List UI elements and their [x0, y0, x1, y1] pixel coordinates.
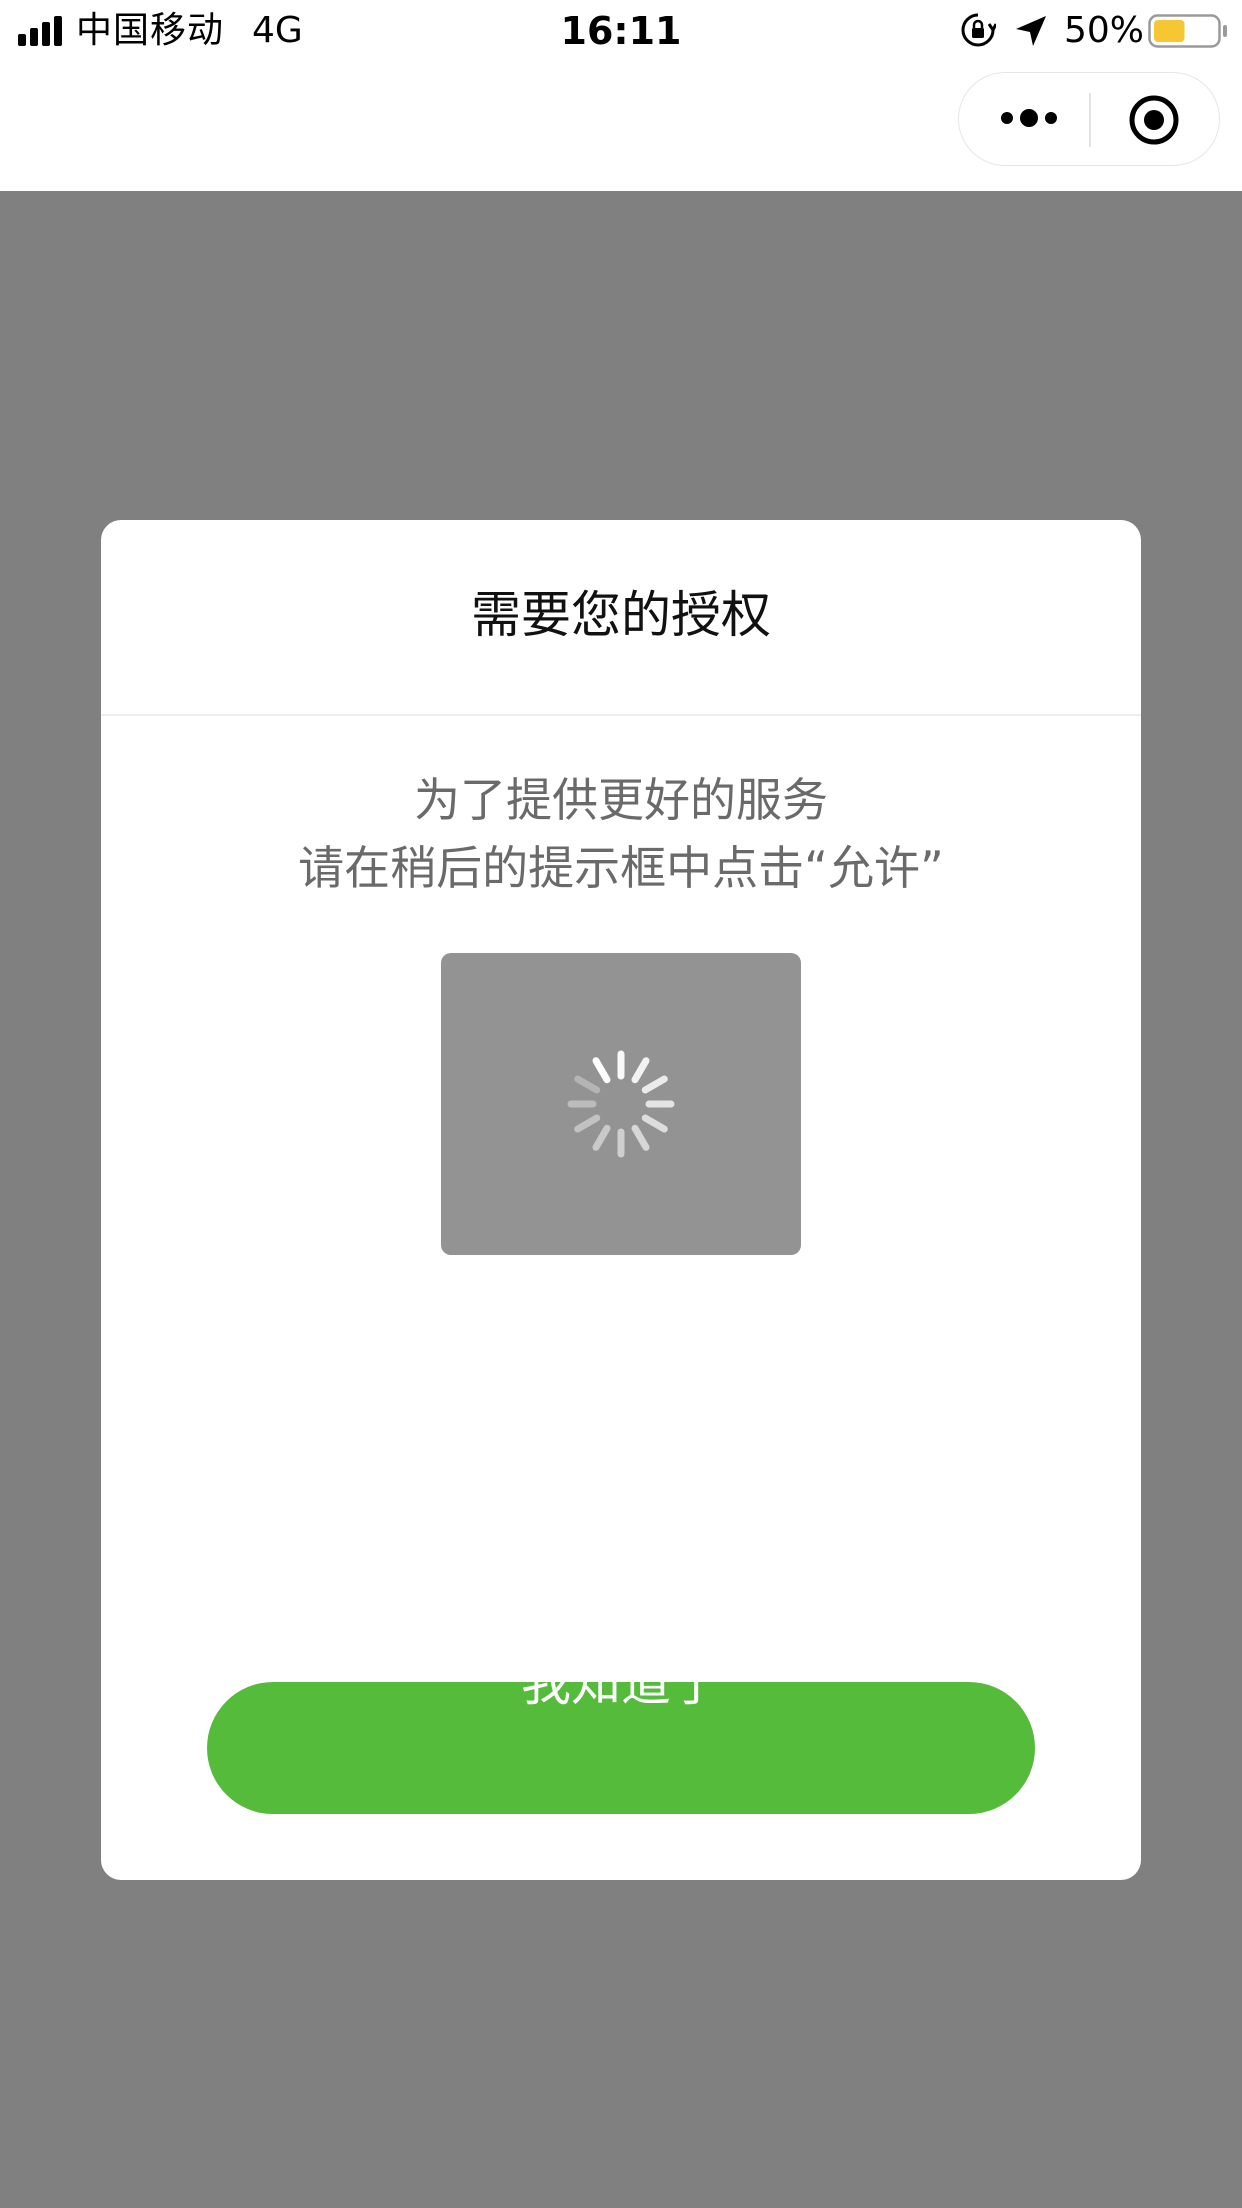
authorization-modal: 需要您的授权 为了提供更好的服务 请在稍后的提示框中点击“允许” 我知道了 [101, 520, 1141, 1880]
spinner-spoke [641, 1114, 668, 1133]
modal-description-line-1: 为了提供更好的服务 [414, 773, 828, 827]
battery-percent: 50% [1064, 10, 1145, 51]
spinner-spoke [574, 1114, 601, 1133]
spinner-spoke [574, 1075, 601, 1094]
spinner-icon [567, 1050, 675, 1158]
loading-toast [441, 953, 801, 1255]
top-bar: 中国移动 4G 16:11 50% [0, 0, 1242, 191]
location-arrow-icon [1016, 16, 1046, 46]
spinner-spoke [631, 1057, 650, 1084]
modal-divider [101, 714, 1141, 716]
status-time: 16:11 [560, 9, 682, 53]
status-bar: 中国移动 4G 16:11 50% [0, 0, 1242, 62]
spinner-spoke [592, 1124, 611, 1151]
more-dots-icon[interactable] [999, 103, 1059, 133]
capsule-menu [958, 72, 1220, 166]
spinner-spoke [631, 1124, 650, 1151]
close-target-icon[interactable] [1127, 93, 1181, 147]
capsule-divider [1089, 93, 1091, 147]
rotation-lock-icon [961, 13, 996, 47]
modal-description-line-2: 请在稍后的提示框中点击“允许” [298, 841, 944, 895]
spinner-spoke [592, 1057, 611, 1084]
modal-title: 需要您的授权 [471, 586, 771, 644]
battery-icon [1148, 14, 1227, 48]
confirm-button[interactable]: 我知道了 [207, 1682, 1035, 1814]
spinner-spoke [641, 1075, 668, 1094]
confirm-button-label: 我知道了 [521, 1682, 721, 1712]
